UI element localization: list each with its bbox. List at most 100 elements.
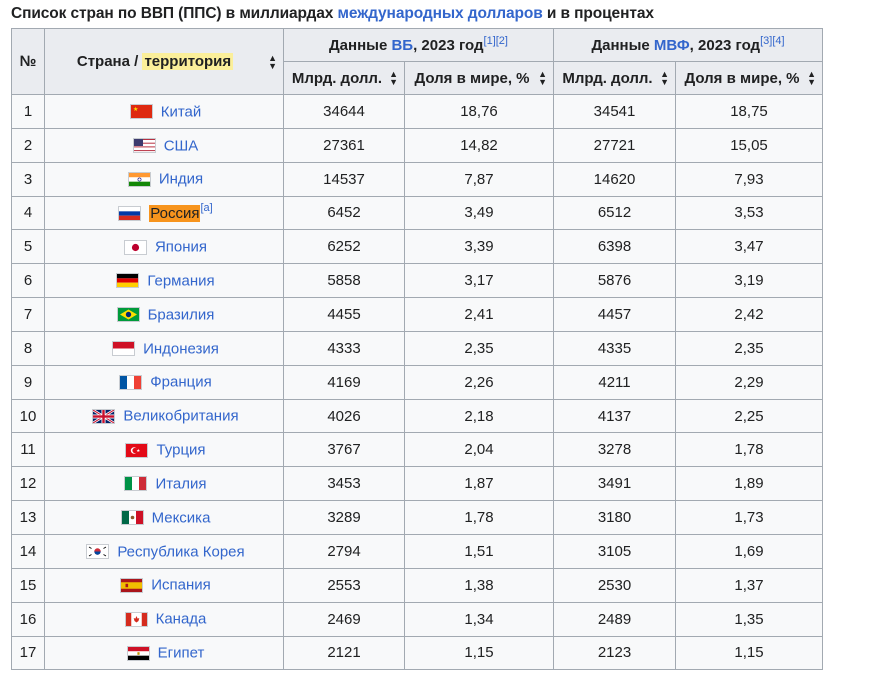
rank-cell: 16	[11, 601, 45, 637]
wb-billions-cell: 4169	[283, 364, 405, 400]
header-imf-share-label: Доля в мире, %	[684, 69, 800, 87]
flag-icon-mx[interactable]	[120, 510, 146, 526]
flag-icon-eg[interactable]	[126, 645, 152, 661]
table-row: 7 Бразилия 4455 2,41 4457 2,42	[11, 297, 823, 332]
country-cell: Республика Корея	[44, 533, 284, 569]
country-link[interactable]: США	[164, 137, 199, 154]
imf-share-cell: 1,15	[675, 635, 823, 671]
caption-text-end: и в процентах	[542, 5, 654, 22]
country-link[interactable]: Россия	[149, 204, 201, 222]
country-link[interactable]: Индонезия	[143, 340, 219, 357]
header-imf-billions[interactable]: Млрд. долл. ▲ ▼	[553, 61, 676, 95]
imf-share-cell: 3,19	[675, 263, 823, 299]
country-link[interactable]: Египет	[158, 645, 205, 662]
wb-billions-cell: 6252	[283, 229, 405, 265]
flag-icon-de[interactable]	[116, 273, 141, 289]
imf-share-cell: 3,47	[675, 229, 823, 265]
imf-share-cell: 1,78	[675, 432, 823, 468]
country-link[interactable]: Канада	[156, 611, 207, 628]
wb-billions-cell: 5858	[283, 263, 405, 299]
wb-billions-cell: 2121	[283, 635, 405, 671]
country-link[interactable]: Бразилия	[148, 306, 215, 323]
table-caption: Список стран по ВВП (ППС) в миллиардах м…	[11, 5, 654, 23]
header-wb-link[interactable]: ВБ	[391, 37, 413, 54]
country-link[interactable]: Германия	[147, 272, 214, 289]
header-number-label: №	[19, 53, 37, 70]
header-wb-suffix: , 2023 год	[413, 36, 484, 54]
imf-billions-cell: 5876	[553, 263, 676, 299]
wb-billions-cell: 4455	[283, 297, 405, 332]
rank-cell: 15	[11, 567, 45, 603]
rank-cell: 2	[11, 127, 45, 163]
rank-cell: 8	[11, 330, 45, 366]
country-link[interactable]: Турция	[156, 442, 205, 459]
imf-reference-link[interactable]: [3][4]	[760, 35, 784, 47]
imf-billions-cell: 27721	[553, 127, 676, 163]
flag-icon-ru[interactable]	[118, 205, 143, 221]
country-link[interactable]: Италия	[155, 475, 206, 492]
flag-icon-es[interactable]	[120, 578, 145, 593]
flag-icon-gb[interactable]	[92, 408, 117, 424]
flag-icon-kr[interactable]	[86, 544, 111, 560]
imf-share-cell: 2,25	[675, 398, 823, 434]
country-link[interactable]: Япония	[155, 239, 207, 256]
sort-country-icon[interactable]: ▲ ▼	[268, 53, 277, 70]
imf-share-cell: 2,29	[675, 364, 823, 400]
table-row: 2 США 27361 14,82 27721 15,05	[11, 127, 823, 163]
wb-billions-cell: 2469	[283, 601, 405, 637]
sort-wb-share-icon[interactable]: ▲ ▼	[538, 70, 547, 87]
imf-billions-cell: 14620	[553, 161, 676, 197]
flag-icon-cn[interactable]: ★	[129, 104, 155, 120]
wb-reference-link[interactable]: [1][2]	[484, 35, 508, 47]
imf-billions-cell: 6512	[553, 195, 676, 231]
header-imf-share[interactable]: Доля в мире, % ▲ ▼	[675, 61, 823, 95]
imf-billions-cell: 3105	[553, 533, 676, 569]
country-link[interactable]: Франция	[150, 374, 211, 391]
sort-imf-share-icon[interactable]: ▲ ▼	[807, 70, 816, 87]
wb-billions-cell: 3453	[283, 466, 405, 502]
flag-icon-id[interactable]	[112, 341, 137, 357]
header-imf-link[interactable]: МВФ	[654, 37, 690, 54]
wb-share-cell: 2,04	[404, 432, 554, 468]
caption-link-intl-dollars[interactable]: международных долларов	[338, 5, 543, 22]
flag-icon-ca[interactable]	[124, 611, 150, 627]
imf-billions-cell: 6398	[553, 229, 676, 265]
country-link[interactable]: Великобритания	[123, 408, 238, 425]
header-wb-share[interactable]: Доля в мире, % ▲ ▼	[404, 61, 554, 95]
flag-icon-in[interactable]	[127, 171, 153, 187]
wb-share-cell: 2,26	[404, 364, 554, 400]
imf-share-cell: 1,73	[675, 500, 823, 535]
svg-text:★: ★	[137, 448, 141, 453]
country-link[interactable]: Китай	[161, 103, 202, 120]
svg-text:★: ★	[133, 106, 138, 113]
imf-share-cell: 7,93	[675, 161, 823, 197]
sort-wb-billions-icon[interactable]: ▲ ▼	[389, 70, 398, 87]
flag-icon-tr[interactable]: ★	[125, 442, 150, 458]
table-row: 8 Индонезия 4333 2,35 4335 2,35	[11, 330, 823, 366]
country-note-link[interactable]: [a]	[200, 202, 212, 214]
flag-icon-br[interactable]	[116, 307, 142, 323]
country-link[interactable]: Испания	[151, 577, 211, 594]
country-link[interactable]: Мексика	[152, 509, 211, 526]
caption-text-start: Список стран по ВВП (ППС) в миллиардах	[11, 5, 338, 22]
table-row: 9 Франция 4169 2,26 4211 2,29	[11, 364, 823, 400]
flag-icon-jp[interactable]	[123, 239, 149, 255]
flag-icon-us[interactable]	[132, 138, 158, 154]
imf-share-cell: 1,37	[675, 567, 823, 603]
country-link[interactable]: Индия	[159, 171, 203, 188]
country-link[interactable]: Республика Корея	[117, 543, 244, 560]
header-wb-billions[interactable]: Млрд. долл. ▲ ▼	[283, 61, 405, 95]
header-country[interactable]: Страна / территория ▲ ▼	[44, 28, 284, 95]
imf-billions-cell: 2530	[553, 567, 676, 603]
table-row: 4 Россия[a] 6452 3,49 6512 3,53	[11, 195, 823, 231]
wb-billions-cell: 34644	[283, 94, 405, 129]
flag-icon-it[interactable]	[124, 476, 149, 492]
sort-imf-billions-icon[interactable]: ▲ ▼	[660, 70, 669, 87]
table-row: 12 Италия 3453 1,87 3491 1,89	[11, 466, 823, 502]
wb-share-cell: 18,76	[404, 94, 554, 129]
flag-icon-fr[interactable]	[119, 374, 144, 390]
country-cell: Индонезия	[44, 330, 284, 366]
header-wb-prefix: Данные	[329, 36, 392, 54]
wb-billions-cell: 3289	[283, 500, 405, 535]
rank-cell: 1	[11, 94, 45, 129]
